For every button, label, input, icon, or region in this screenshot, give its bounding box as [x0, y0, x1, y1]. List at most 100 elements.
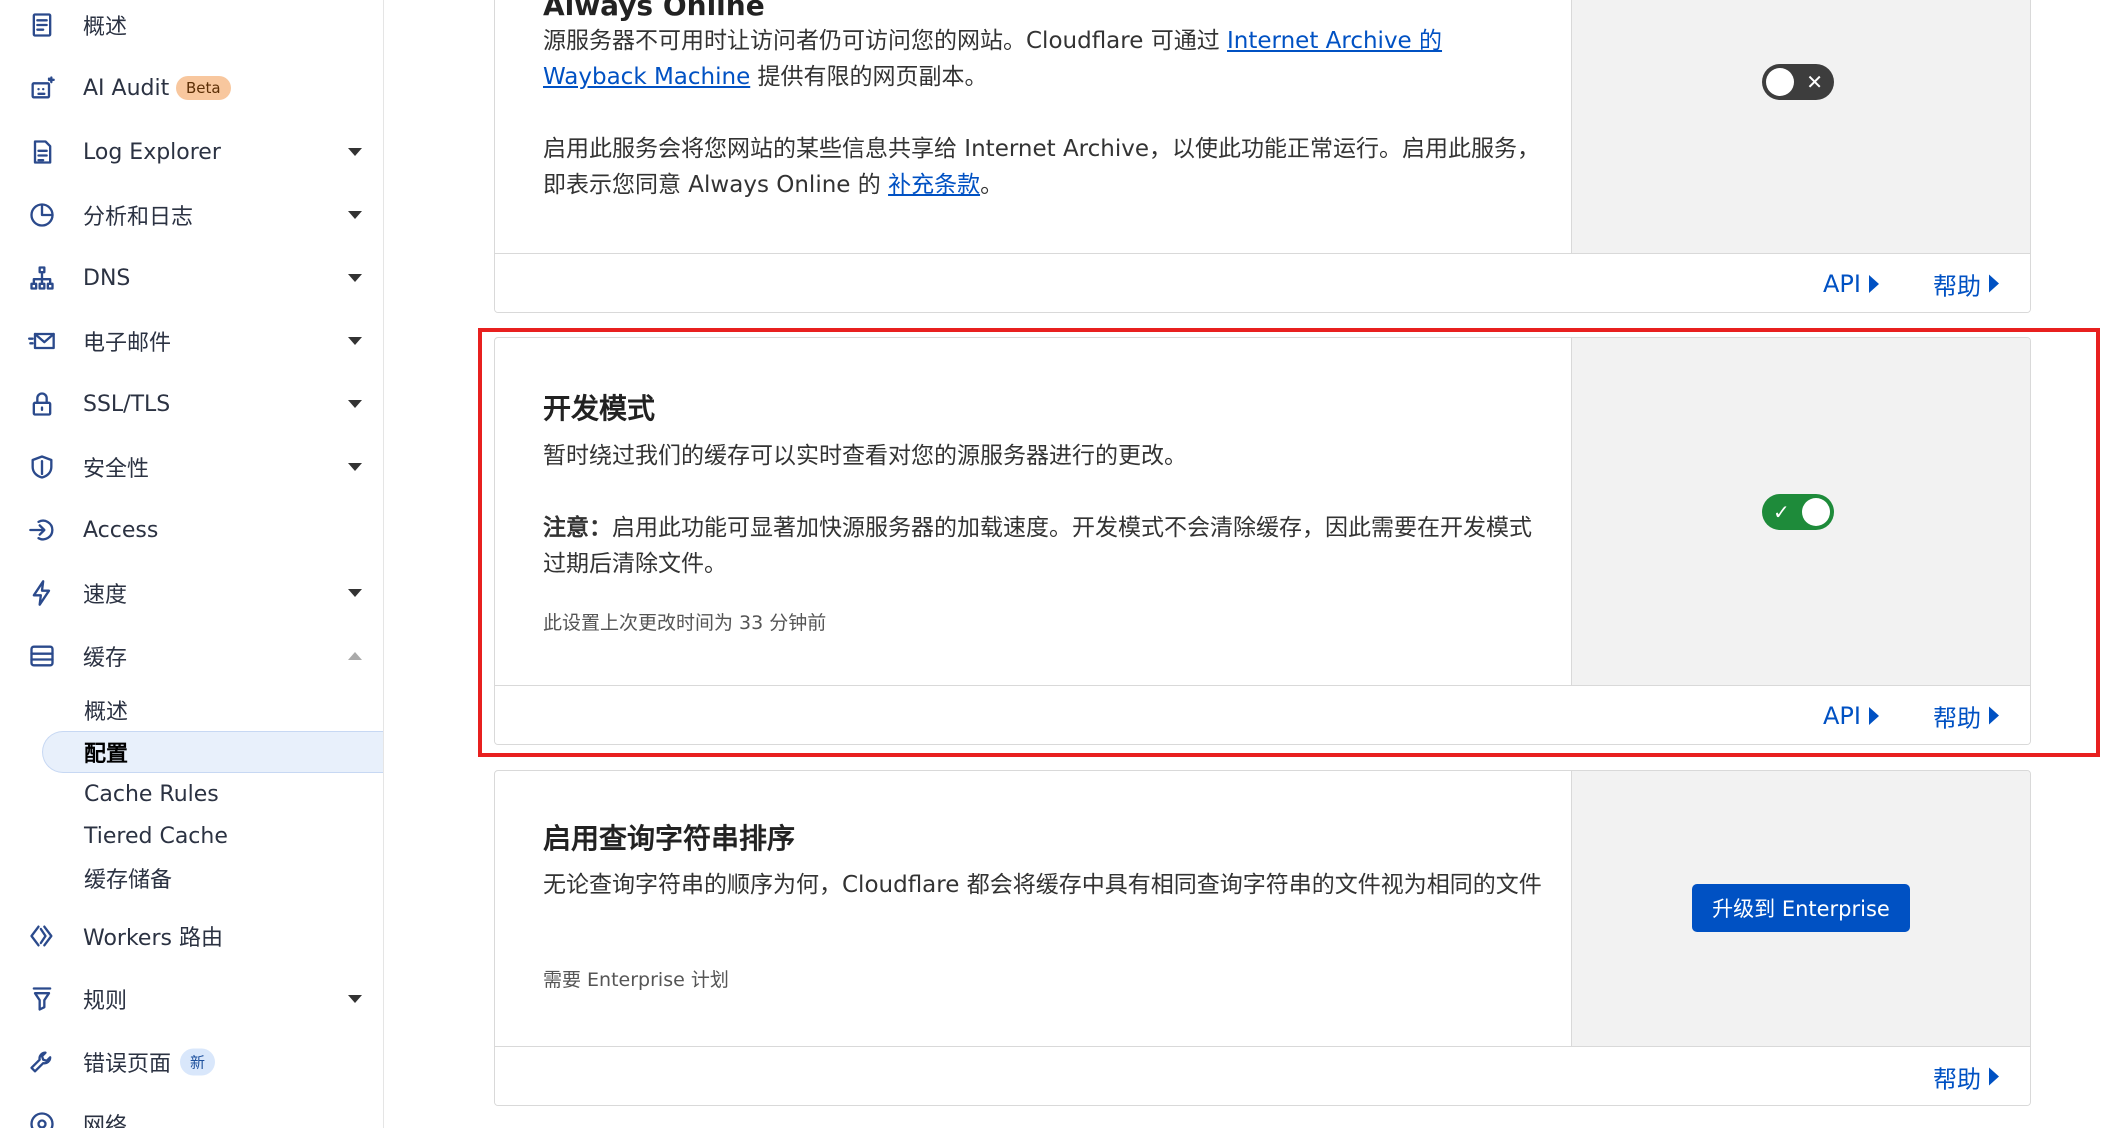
sidebar-item-dns[interactable]: DNS: [0, 250, 383, 306]
supplemental-terms-link[interactable]: 补充条款: [888, 172, 980, 198]
close-icon: ✕: [1806, 70, 1823, 94]
sidebar-item-speed[interactable]: 速度: [0, 565, 383, 621]
chevron-up-icon: [348, 652, 362, 660]
sidebar-item-workers-routes[interactable]: Workers 路由: [0, 908, 383, 964]
card-note: 注意：启用此功能可显著加快源服务器的加载速度。开发模式不会清除缓存，因此需要在开…: [543, 510, 1543, 582]
sidebar-item-label: DNS: [83, 265, 131, 291]
chevron-down-icon: [348, 148, 362, 156]
note-text: 。: [980, 172, 1004, 198]
sidebar-item-rules[interactable]: 规则: [0, 971, 383, 1027]
card-title: Always Online: [543, 0, 765, 22]
chevron-down-icon: [348, 400, 362, 408]
sidebar-item-overview[interactable]: 概述: [0, 0, 383, 53]
wrench-icon: [28, 1048, 56, 1076]
sidebar-item-ai-audit[interactable]: AI Audit Beta: [0, 60, 383, 116]
sidebar-item-log-explorer[interactable]: Log Explorer: [0, 124, 383, 180]
enterprise-required-text: 需要 Enterprise 计划: [543, 969, 729, 991]
sidebar-item-label: 安全性: [83, 457, 150, 482]
sub-item-label: 配置: [84, 742, 129, 767]
card-body: Always Online 源服务器不可用时让访问者仍可访问您的网站。Cloud…: [495, 0, 1571, 253]
always-online-toggle[interactable]: ✕: [1762, 64, 1834, 100]
storage-icon: [28, 642, 56, 670]
funnel-icon: [28, 985, 56, 1013]
sidebar-item-label: 规则: [83, 989, 128, 1014]
chevron-down-icon: [348, 463, 362, 471]
cache-sub-configuration[interactable]: 配置: [84, 732, 128, 772]
globe-icon: [28, 1110, 56, 1128]
arrow-right-icon: [1989, 274, 1999, 293]
cache-sub-cache-rules[interactable]: Cache Rules: [84, 774, 219, 814]
sidebar: 概述 AI Audit Beta Log Explorer 分析和日志 DNS …: [0, 0, 384, 1128]
sidebar-item-label: 电子邮件: [83, 331, 172, 356]
beta-badge: Beta: [176, 76, 231, 100]
toggle-knob: [1802, 498, 1830, 526]
sidebar-item-label: AI Audit: [83, 75, 170, 101]
sidebar-item-cache[interactable]: 缓存: [0, 628, 383, 684]
help-link[interactable]: 帮助: [1933, 266, 1999, 301]
help-link[interactable]: 帮助: [1933, 1059, 1999, 1094]
sidebar-item-analytics[interactable]: 分析和日志: [0, 187, 383, 243]
sub-item-label: Cache Rules: [84, 781, 219, 807]
card-description: 暂时绕过我们的缓存可以实时查看对您的源服务器进行的更改。: [543, 443, 1187, 469]
toggle-knob: [1766, 68, 1794, 96]
description-text: 源服务器不可用时让访问者仍可访问您的网站。Cloudflare 可通过: [543, 28, 1228, 54]
api-link[interactable]: API: [1823, 270, 1879, 298]
development-mode-toggle[interactable]: ✓: [1762, 494, 1834, 530]
sidebar-item-access[interactable]: Access: [0, 502, 383, 558]
cache-sub-cache-reserve[interactable]: 缓存储备: [84, 858, 172, 898]
sidebar-item-ssl-tls[interactable]: SSL/TLS: [0, 376, 383, 432]
pie-chart-icon: [28, 201, 56, 229]
log-file-icon: [28, 138, 56, 166]
sidebar-item-error-pages[interactable]: 错误页面 新: [0, 1034, 383, 1090]
sidebar-item-label: Workers 路由: [83, 926, 223, 951]
note-text: 启用此功能可显著加快源服务器的加载速度。开发模式不会清除缓存，因此需要在开发模式…: [543, 515, 1532, 577]
arrow-right-icon: [1989, 1067, 1999, 1086]
sidebar-item-label: Access: [83, 517, 159, 543]
arrow-right-icon: [1868, 274, 1879, 293]
arrow-right-icon: [1989, 706, 1999, 725]
card-note: 启用此服务会将您网站的某些信息共享给 Internet Archive，以使此功…: [543, 131, 1543, 203]
sidebar-item-label: 网络: [83, 1114, 128, 1128]
chevron-down-icon: [348, 337, 362, 345]
card-footer: API 帮助: [495, 253, 2030, 312]
sidebar-item-label: 缓存: [83, 646, 128, 671]
card-title: 启用查询字符串排序: [543, 822, 796, 855]
card-description: 无论查询字符串的顺序为何，Cloudflare 都会将缓存中具有相同查询字符串的…: [543, 872, 1542, 898]
sidebar-item-network[interactable]: 网络: [0, 1096, 383, 1128]
sub-item-label: 缓存储备: [84, 868, 173, 893]
api-link[interactable]: API: [1823, 702, 1879, 730]
card-body: 启用查询字符串排序 无论查询字符串的顺序为何，Cloudflare 都会将缓存中…: [495, 771, 1571, 1046]
sidebar-item-label: 分析和日志: [83, 205, 194, 230]
sidebar-item-security[interactable]: 安全性: [0, 439, 383, 495]
network-tree-icon: [28, 264, 56, 292]
api-link-label: API: [1823, 701, 1861, 730]
api-link-label: API: [1823, 269, 1861, 298]
arrow-right-icon: [1868, 706, 1879, 725]
lightning-icon: [28, 579, 56, 607]
description-text: 提供有限的网页副本。: [750, 64, 988, 90]
cache-sub-overview[interactable]: 概述: [84, 690, 128, 730]
last-changed-text: 此设置上次更改时间为 33 分钟前: [543, 612, 827, 634]
shield-icon: [28, 453, 56, 481]
upgrade-to-enterprise-button[interactable]: 升级到 Enterprise: [1692, 884, 1910, 932]
help-link-label: 帮助: [1933, 704, 1981, 732]
sidebar-item-email[interactable]: 电子邮件: [0, 313, 383, 369]
sidebar-item-label: 错误页面: [83, 1052, 172, 1077]
card-control-panel: ✕: [1571, 0, 2030, 253]
card-body: 开发模式 暂时绕过我们的缓存可以实时查看对您的源服务器进行的更改。 注意：启用此…: [495, 338, 1571, 685]
help-link[interactable]: 帮助: [1933, 698, 1999, 733]
note-label: 注意：: [543, 515, 612, 541]
query-string-sort-card: 启用查询字符串排序 无论查询字符串的顺序为何，Cloudflare 都会将缓存中…: [494, 770, 2031, 1106]
cache-sub-tiered-cache[interactable]: Tiered Cache: [84, 816, 228, 856]
envelope-icon: [28, 327, 56, 355]
card-footer: API 帮助: [495, 685, 2030, 744]
development-mode-card: 开发模式 暂时绕过我们的缓存可以实时查看对您的源服务器进行的更改。 注意：启用此…: [494, 337, 2031, 745]
card-description: 源服务器不可用时让访问者仍可访问您的网站。Cloudflare 可通过 Inte…: [543, 23, 1543, 95]
chevron-down-icon: [348, 589, 362, 597]
chevron-down-icon: [348, 995, 362, 1003]
card-control-panel: ✓: [1571, 338, 2030, 685]
document-icon: [28, 11, 56, 39]
sidebar-item-label: Log Explorer: [83, 139, 221, 165]
new-badge: 新: [180, 1048, 216, 1076]
workers-icon: [28, 922, 56, 950]
